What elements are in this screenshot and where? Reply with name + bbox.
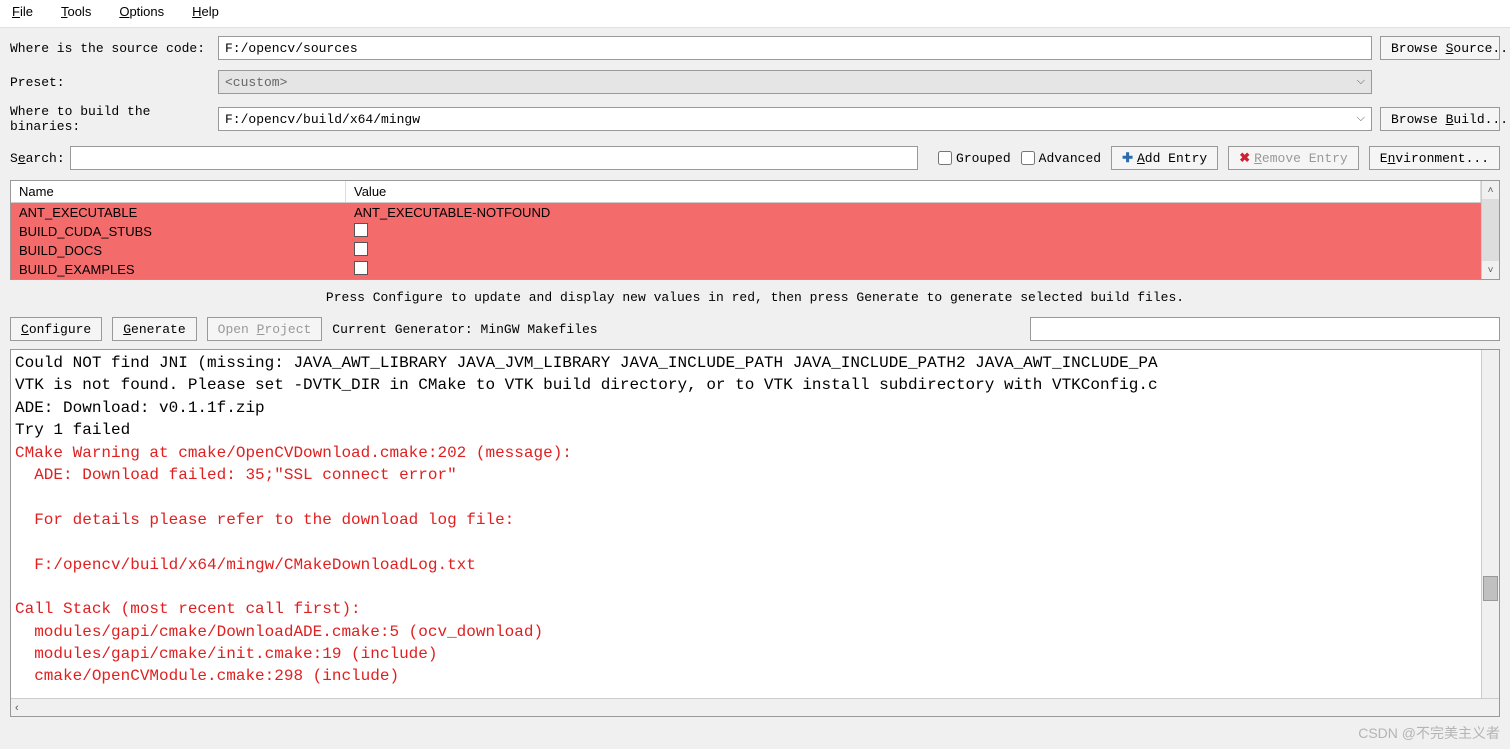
- scroll-down-icon[interactable]: ˅: [1482, 261, 1499, 279]
- table-row[interactable]: BUILD_EXAMPLES: [11, 260, 1481, 279]
- output-line: ADE: Download: v0.1.1f.zip: [15, 397, 1495, 419]
- generate-button[interactable]: Generate: [112, 317, 196, 341]
- cache-entry-name: BUILD_CUDA_STUBS: [11, 224, 346, 239]
- table-row[interactable]: ANT_EXECUTABLEANT_EXECUTABLE-NOTFOUND: [11, 203, 1481, 222]
- progress-bar: [1030, 317, 1500, 341]
- cache-header: Name Value: [11, 181, 1481, 203]
- output-pane: Could NOT find JNI (missing: JAVA_AWT_LI…: [10, 349, 1500, 717]
- menu-file[interactable]: File: [12, 4, 33, 19]
- output-line: For details please refer to the download…: [15, 509, 1495, 531]
- scroll-up-icon[interactable]: ˄: [1482, 181, 1499, 199]
- plus-icon: ✚: [1122, 151, 1133, 166]
- cache-entry-value[interactable]: [346, 261, 1481, 278]
- watermark: CSDN @不完美主义者: [1358, 723, 1500, 743]
- search-row: Search: Grouped Advanced ✚Add Entry ✖Rem…: [0, 146, 1510, 180]
- output-text[interactable]: Could NOT find JNI (missing: JAVA_AWT_LI…: [11, 350, 1499, 698]
- cache-table: Name Value ANT_EXECUTABLEANT_EXECUTABLE-…: [10, 180, 1500, 280]
- preset-combo[interactable]: <custom>: [218, 70, 1372, 94]
- hint-text: Press Configure to update and display ne…: [0, 280, 1510, 317]
- search-input[interactable]: [70, 146, 918, 170]
- output-line: Call Stack (most recent call first):: [15, 598, 1495, 620]
- add-entry-button[interactable]: ✚Add Entry: [1111, 146, 1218, 170]
- checkbox-icon[interactable]: [354, 223, 368, 237]
- output-line: F:/opencv/build/x64/mingw/CMakeDownloadL…: [15, 554, 1495, 576]
- cache-entry-value[interactable]: [346, 223, 1481, 240]
- configure-button[interactable]: Configure: [10, 317, 102, 341]
- build-label: Where to build the binaries:: [10, 104, 210, 134]
- output-hscrollbar[interactable]: ‹: [11, 698, 1499, 716]
- cache-entry-name: BUILD_DOCS: [11, 243, 346, 258]
- output-line: [15, 576, 1495, 598]
- build-path-combo[interactable]: F:/opencv/build/x64/mingw: [218, 107, 1372, 131]
- cache-entry-name: BUILD_EXAMPLES: [11, 262, 346, 277]
- output-vscrollbar[interactable]: [1481, 350, 1499, 698]
- advanced-checkbox[interactable]: Advanced: [1021, 151, 1101, 166]
- output-line: cmake/OpenCVModule.cmake:298 (include): [15, 665, 1495, 687]
- table-row[interactable]: BUILD_DOCS: [11, 241, 1481, 260]
- header-value[interactable]: Value: [346, 181, 1481, 202]
- output-line: Try 1 failed: [15, 419, 1495, 441]
- menu-help[interactable]: Help: [192, 4, 219, 19]
- browse-build-button[interactable]: Browse Build...: [1380, 107, 1500, 131]
- output-line: CMake Warning at cmake/OpenCVDownload.cm…: [15, 442, 1495, 464]
- cache-entry-value[interactable]: [346, 242, 1481, 259]
- menubar: File Tools Options Help: [0, 0, 1510, 28]
- open-project-button[interactable]: Open Project: [207, 317, 323, 341]
- action-row: Configure Generate Open Project Current …: [0, 317, 1510, 349]
- output-line: VTK is not found. Please set -DVTK_DIR i…: [15, 374, 1495, 396]
- source-path-input[interactable]: [218, 36, 1372, 60]
- grouped-checkbox[interactable]: Grouped: [938, 151, 1011, 166]
- generator-label: Current Generator: MinGW Makefiles: [332, 322, 597, 337]
- checkbox-icon[interactable]: [354, 242, 368, 256]
- browse-source-button[interactable]: Browse Source...: [1380, 36, 1500, 60]
- search-label: Search:: [10, 151, 60, 166]
- output-line: [15, 486, 1495, 508]
- checkbox-icon[interactable]: [354, 261, 368, 275]
- output-line: ADE: Download failed: 35;"SSL connect er…: [15, 464, 1495, 486]
- form-area: Where is the source code: Browse Source.…: [0, 28, 1510, 146]
- remove-entry-button[interactable]: ✖Remove Entry: [1228, 146, 1359, 170]
- output-line: modules/gapi/cmake/init.cmake:19 (includ…: [15, 643, 1495, 665]
- output-line: [15, 531, 1495, 553]
- environment-button[interactable]: Environment...: [1369, 146, 1500, 170]
- minus-icon: ✖: [1239, 151, 1250, 166]
- cache-entry-name: ANT_EXECUTABLE: [11, 205, 346, 220]
- menu-tools[interactable]: Tools: [61, 4, 91, 19]
- cache-scrollbar[interactable]: ˄ ˅: [1481, 181, 1499, 279]
- preset-label: Preset:: [10, 75, 210, 90]
- cache-entry-value[interactable]: ANT_EXECUTABLE-NOTFOUND: [346, 205, 1481, 220]
- output-line: Could NOT find JNI (missing: JAVA_AWT_LI…: [15, 352, 1495, 374]
- output-line: modules/gapi/cmake/DownloadADE.cmake:5 (…: [15, 621, 1495, 643]
- header-name[interactable]: Name: [11, 181, 346, 202]
- table-row[interactable]: BUILD_CUDA_STUBS: [11, 222, 1481, 241]
- source-label: Where is the source code:: [10, 41, 210, 56]
- menu-options[interactable]: Options: [119, 4, 164, 19]
